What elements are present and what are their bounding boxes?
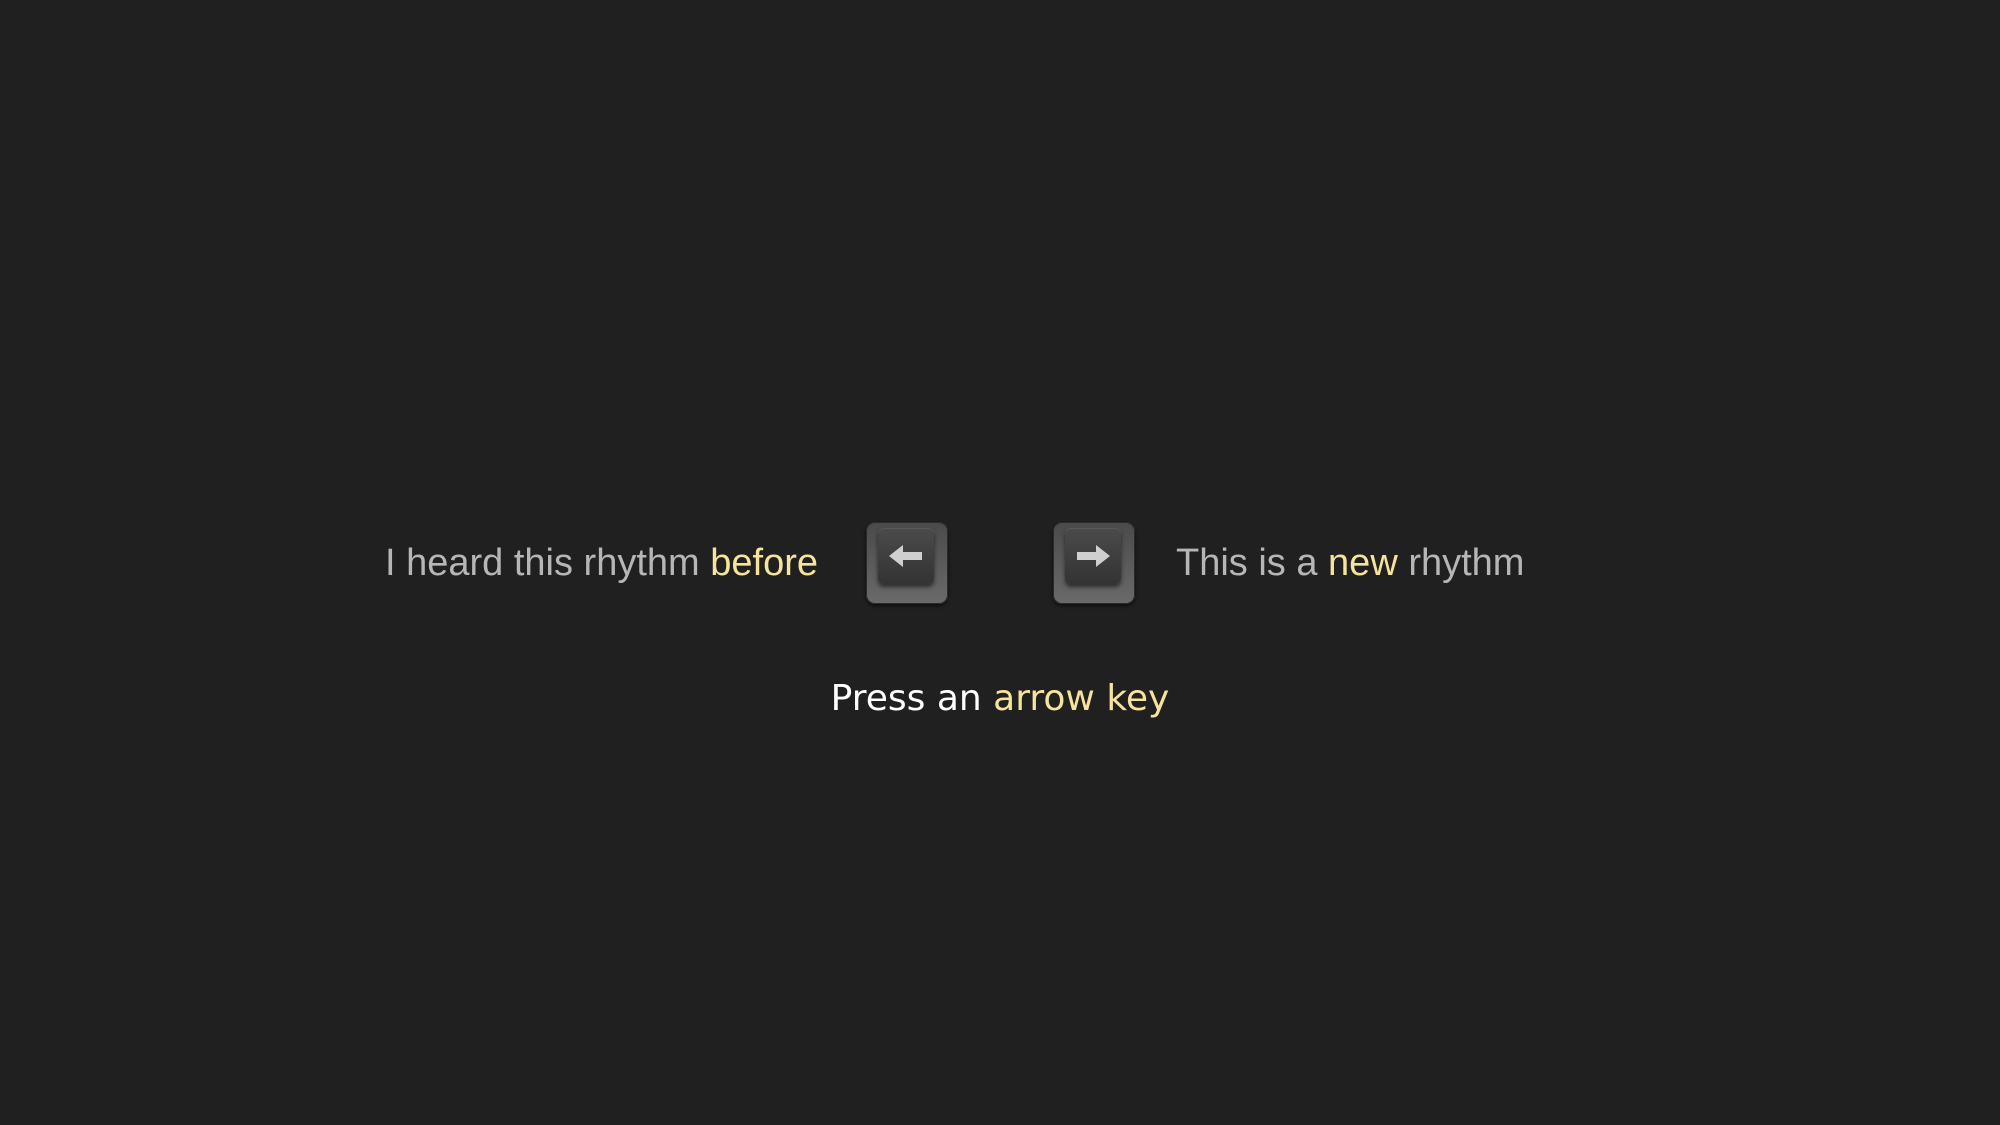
prompt-highlight: arrow key [993,678,1170,719]
response-screen: I heard this rhythm before This is a new… [0,0,2000,1125]
right-option-highlight: new [1328,542,1398,584]
left-option-highlight: before [710,542,818,584]
right-option-label: This is a new rhythm [1176,544,1524,582]
right-arrow-key[interactable] [1053,522,1135,604]
right-arrow-icon [1077,545,1110,567]
left-arrow-icon [889,545,922,567]
prompt-prefix: Press an [830,678,994,719]
right-arrow-key-face [1065,528,1121,584]
right-option-suffix: rhythm [1397,542,1525,584]
left-arrow-key[interactable] [866,522,948,604]
left-option-label: I heard this rhythm before [385,544,818,582]
instruction-prompt: Press an arrow key [0,681,2000,717]
right-option-prefix: This is a [1176,542,1329,584]
left-option-prefix: I heard this rhythm [385,542,711,584]
left-arrow-key-face [878,528,934,584]
